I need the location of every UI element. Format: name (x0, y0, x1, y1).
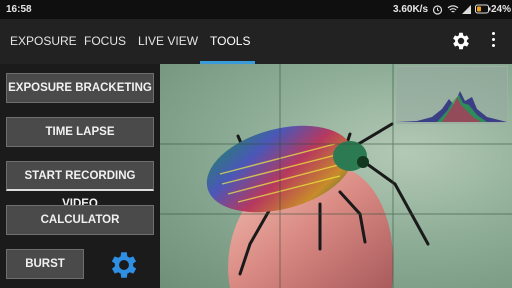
burst-settings-gear-icon[interactable] (107, 248, 141, 282)
tab-tools[interactable]: TOOLS (210, 19, 250, 64)
tab-exposure[interactable]: EXPOSURE (10, 19, 77, 64)
tab-live-view[interactable]: LIVE VIEW (138, 19, 198, 64)
exposure-bracketing-button[interactable]: EXPOSURE BRACKETING (6, 73, 154, 103)
status-bar: 16:58 3.60K/s 24% (0, 0, 512, 19)
alarm-icon (432, 5, 443, 15)
burst-button[interactable]: BURST (6, 249, 84, 279)
wifi-icon (447, 5, 459, 13)
battery-icon (475, 4, 491, 14)
tab-focus[interactable]: FOCUS (84, 19, 126, 64)
signal-icon (462, 5, 471, 14)
network-speed: 3.60K/s (393, 4, 429, 15)
histogram-graph (397, 91, 507, 122)
start-recording-video-button[interactable]: START RECORDING VIDEO (6, 161, 154, 210)
tab-bar: EXPOSURE FOCUS LIVE VIEW TOOLS (0, 19, 512, 64)
calculator-button[interactable]: CALCULATOR (6, 205, 154, 235)
battery-percent: 24% (491, 4, 512, 15)
status-time: 16:58 (6, 4, 32, 15)
histogram (396, 66, 508, 124)
time-lapse-button[interactable]: TIME LAPSE (6, 117, 154, 147)
more-vert-icon[interactable] (489, 32, 497, 50)
gear-icon[interactable] (450, 30, 472, 52)
